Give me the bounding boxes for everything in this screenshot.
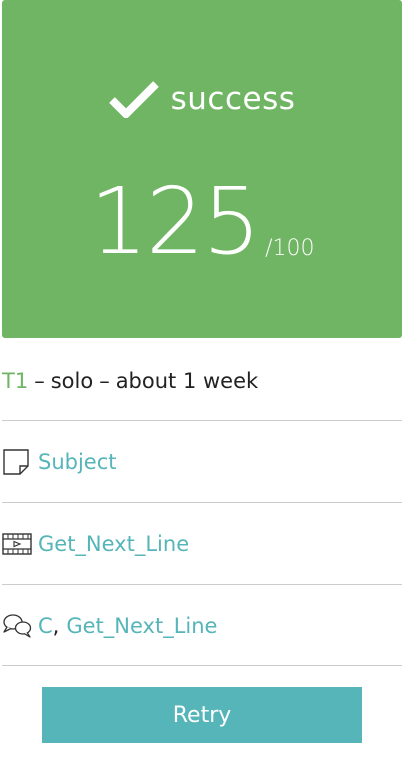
project-meta: T1 – solo – about 1 week — [2, 364, 402, 398]
forum-comma: , — [52, 614, 60, 638]
meta-separator: – — [34, 369, 45, 393]
chat-icon — [2, 610, 34, 642]
retry-button[interactable]: Retry — [42, 687, 362, 743]
video-icon — [2, 528, 34, 560]
score-max: /100 — [265, 236, 315, 261]
meta-separator: – — [99, 369, 110, 393]
forum-language[interactable]: C — [38, 614, 53, 638]
project-mode: solo — [50, 369, 94, 393]
score-card: success 125 /100 — [2, 0, 402, 338]
subject-link[interactable]: Subject — [2, 442, 402, 482]
status-label: success — [170, 80, 296, 117]
page-icon — [2, 446, 34, 478]
video-link-label[interactable]: Get_Next_Line — [38, 532, 189, 556]
forum-link[interactable]: C , Get_Next_Line — [2, 606, 402, 646]
divider — [2, 584, 402, 585]
divider — [2, 502, 402, 503]
project-tier: T1 — [2, 369, 29, 393]
divider — [2, 420, 402, 421]
subject-link-label[interactable]: Subject — [38, 450, 117, 474]
score-value: 125 — [89, 168, 261, 275]
video-link[interactable]: Get_Next_Line — [2, 524, 402, 564]
status-row: success — [2, 68, 402, 128]
forum-link-label[interactable]: Get_Next_Line — [66, 614, 217, 638]
divider — [2, 665, 402, 666]
project-duration: about 1 week — [115, 369, 259, 393]
score-row: 125 /100 — [2, 158, 402, 268]
check-icon — [108, 78, 159, 118]
